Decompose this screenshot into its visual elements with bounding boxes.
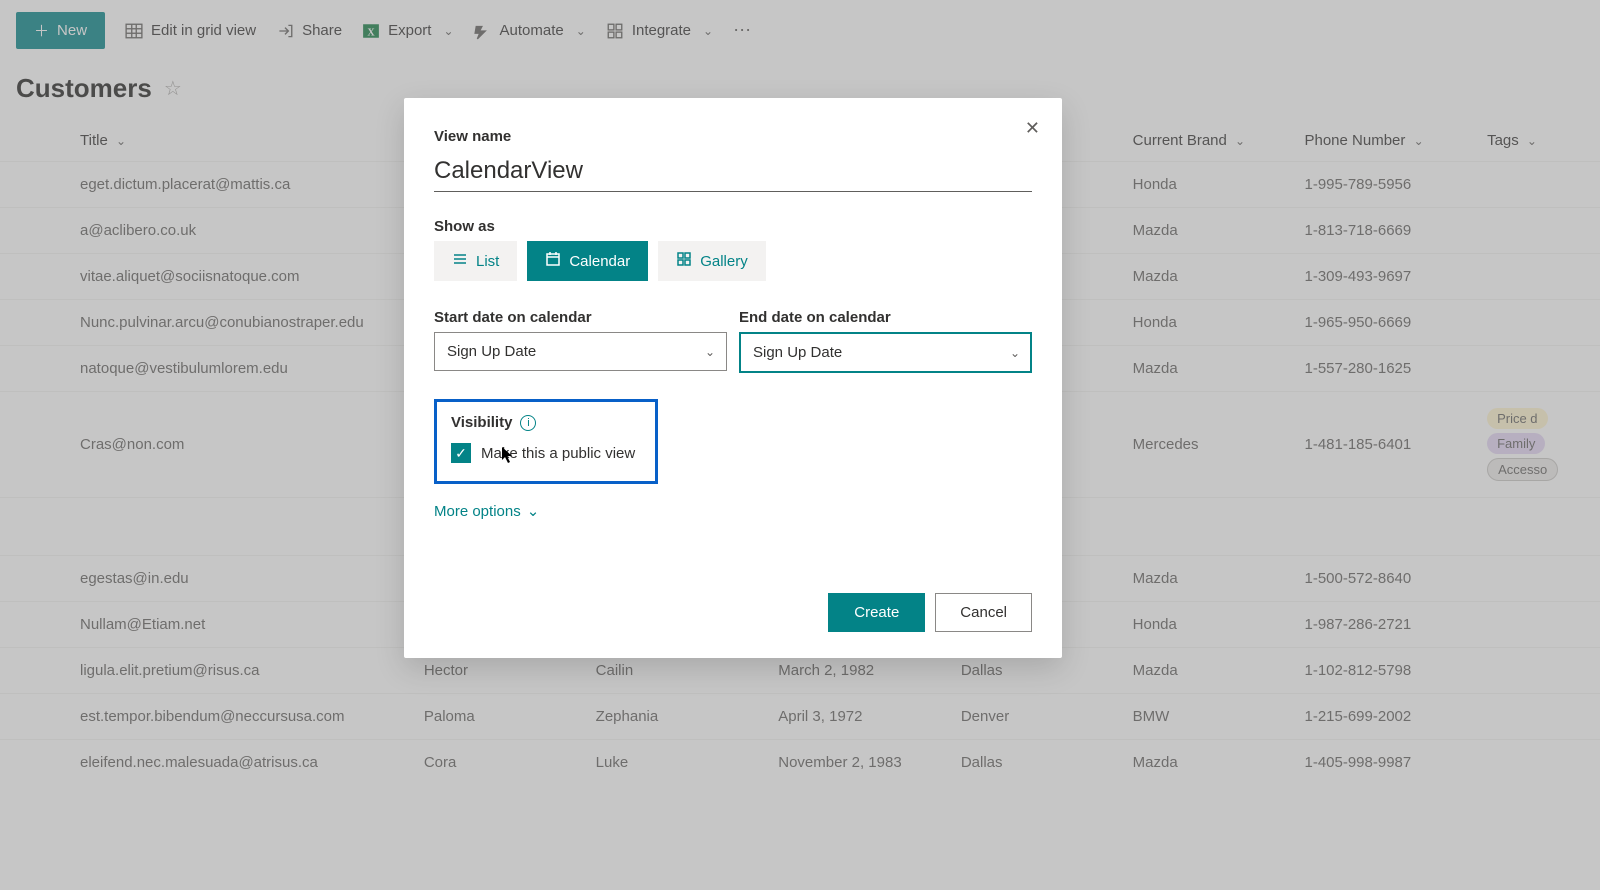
public-view-checkbox-label: Make this a public view [481,445,635,462]
start-date-select[interactable]: Sign Up Date [434,332,727,371]
view-name-label: View name [434,128,1032,145]
show-as-options: List Calendar Gallery [434,241,1032,281]
dialog-footer: Create Cancel [828,593,1032,632]
date-fields-row: Start date on calendar Sign Up Date ⌄ En… [434,309,1032,373]
close-icon: ✕ [1025,118,1040,138]
visibility-section: Visibility i ✓ Make this a public view [434,399,658,484]
cancel-button[interactable]: Cancel [935,593,1032,632]
create-button[interactable]: Create [828,593,925,632]
info-icon[interactable]: i [520,415,536,431]
start-date-label: Start date on calendar [434,309,727,326]
close-button[interactable]: ✕ [1025,118,1040,139]
end-date-label: End date on calendar [739,309,1032,326]
calendar-icon [545,251,561,271]
end-date-select[interactable]: Sign Up Date [739,332,1032,373]
public-view-checkbox[interactable]: ✓ [451,443,471,463]
more-options-toggle[interactable]: More options ⌄ [434,502,1032,520]
show-as-gallery-button[interactable]: Gallery [658,241,766,281]
view-name-input[interactable] [434,151,1032,192]
show-as-calendar-button[interactable]: Calendar [527,241,648,281]
gallery-icon [676,251,692,271]
create-view-dialog: ✕ View name Show as List Calendar Galler… [404,98,1062,658]
list-icon [452,251,468,271]
show-as-label: Show as [434,218,1032,235]
show-as-list-button[interactable]: List [434,241,517,281]
chevron-down-icon: ⌄ [527,502,540,520]
visibility-label: Visibility [451,414,512,431]
